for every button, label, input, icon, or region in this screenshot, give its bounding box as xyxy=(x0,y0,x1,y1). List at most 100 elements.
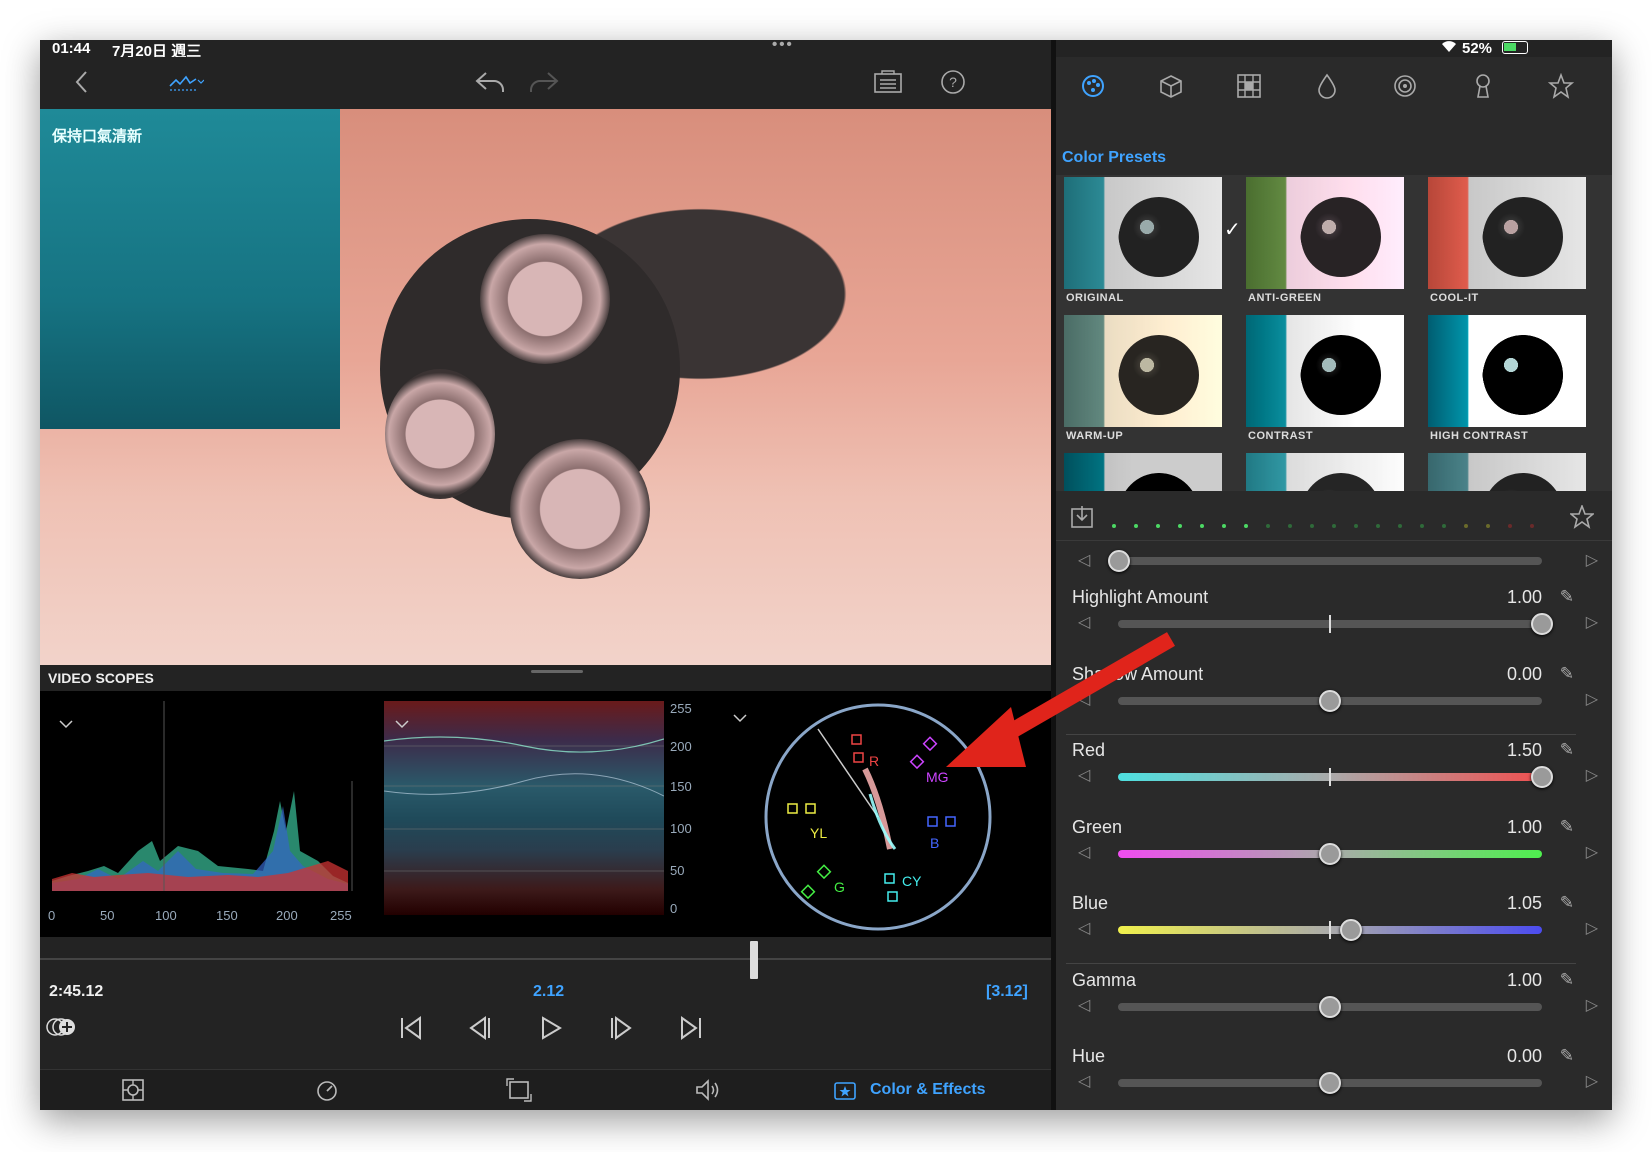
preset-cool-it[interactable]: COOL-IT xyxy=(1428,177,1604,307)
slider-center-tick xyxy=(1329,615,1331,633)
preset-warm-up[interactable]: WARM-UP xyxy=(1064,315,1240,445)
transport-panel: 2:45.12 2.12 [3.12] xyxy=(40,937,1051,1069)
color-effects-label[interactable]: Color & Effects xyxy=(870,1081,986,1099)
increment-arrow-icon[interactable]: ▷ xyxy=(1586,918,1598,938)
decrement-arrow-icon[interactable]: ◁ xyxy=(1078,1071,1090,1091)
vector-label-cy: CY xyxy=(902,873,922,889)
histogram-scope: 0 50 100 150 200 255 xyxy=(48,701,356,927)
wave-tick-150: 150 xyxy=(670,779,692,794)
pencil-icon[interactable]: ✎ xyxy=(1560,970,1574,990)
increment-arrow-icon[interactable]: ▷ xyxy=(1586,995,1598,1015)
decrement-arrow-icon[interactable]: ◁ xyxy=(1078,995,1090,1015)
transform-icon[interactable] xyxy=(118,1076,148,1104)
bottom-toolbar: Color & Effects xyxy=(40,1069,1051,1110)
param-value[interactable]: 1.05 xyxy=(1507,893,1542,914)
increment-arrow-icon[interactable]: ▷ xyxy=(1586,765,1598,785)
battery-icon xyxy=(1502,41,1528,54)
slider-knob[interactable] xyxy=(1319,842,1341,865)
play-icon[interactable] xyxy=(534,1011,568,1045)
param-value[interactable]: 1.50 xyxy=(1507,740,1542,761)
level-meter xyxy=(1112,515,1542,528)
param-value[interactable]: 0.00 xyxy=(1507,664,1542,685)
slider-knob[interactable] xyxy=(1531,766,1553,788)
param-value[interactable]: 0.00 xyxy=(1507,1046,1542,1067)
increment-arrow-icon[interactable]: ▷ xyxy=(1586,612,1598,632)
bottle-label-text: 保持口氣清新 xyxy=(52,128,143,145)
param-value[interactable]: 1.00 xyxy=(1507,970,1542,991)
param-value[interactable]: 1.00 xyxy=(1507,587,1542,608)
save-preset-star-icon[interactable] xyxy=(1568,503,1596,531)
audio-icon[interactable] xyxy=(692,1076,726,1104)
increment-arrow-icon[interactable]: ▷ xyxy=(1586,842,1598,862)
cube-icon[interactable] xyxy=(1154,69,1188,103)
histogram-chevron-down-icon[interactable] xyxy=(59,720,73,729)
grid-icon[interactable] xyxy=(1232,69,1266,103)
timeline-scrubber[interactable] xyxy=(40,958,1051,960)
favorites-star-icon[interactable] xyxy=(1544,69,1578,103)
slider-knob[interactable] xyxy=(1319,995,1341,1018)
vector-label-g: G xyxy=(834,879,845,895)
video-viewer[interactable]: 保持口氣清新 xyxy=(40,109,1051,665)
hist-tick-50: 50 xyxy=(100,908,115,923)
redo-icon[interactable] xyxy=(526,67,562,97)
drop-icon[interactable] xyxy=(1310,69,1344,103)
waveform-chevron-down-icon[interactable] xyxy=(395,720,409,729)
decrement-arrow-icon[interactable]: ◁ xyxy=(1078,842,1090,862)
slider-center-tick xyxy=(1329,768,1331,786)
slider-knob[interactable] xyxy=(1531,613,1553,635)
pencil-icon[interactable]: ✎ xyxy=(1560,817,1574,837)
preset-high-contrast[interactable]: HIGH CONTRAST xyxy=(1428,315,1604,445)
decrement-arrow-icon[interactable]: ◁ xyxy=(1078,918,1090,938)
skip-to-start-icon[interactable] xyxy=(394,1011,428,1045)
spiral-icon[interactable] xyxy=(1388,69,1422,103)
undo-icon[interactable] xyxy=(472,67,508,97)
palette-icon[interactable] xyxy=(1076,69,1110,103)
param-gamma: Gamma 1.00 ✎ ◁ ▷ xyxy=(1056,970,1612,1050)
preset-label: HIGH CONTRAST xyxy=(1430,430,1529,442)
step-back-icon[interactable] xyxy=(463,1011,497,1045)
preset-anti-green[interactable]: ANTI-GREEN xyxy=(1246,177,1422,307)
param-value[interactable]: 1.00 xyxy=(1507,817,1542,838)
partial-track[interactable] xyxy=(1118,557,1542,565)
increment-arrow-icon[interactable]: ▷ xyxy=(1586,1071,1598,1091)
preset-next-row-1[interactable] xyxy=(1064,453,1240,491)
keyhole-icon[interactable] xyxy=(1466,69,1500,103)
preset-original[interactable]: ✓ ORIGINAL xyxy=(1064,177,1241,307)
preset-contrast[interactable]: CONTRAST xyxy=(1246,315,1422,445)
color-effects-icon[interactable] xyxy=(830,1076,860,1104)
multitask-dots-icon[interactable]: ••• xyxy=(772,36,794,53)
param-label: Green xyxy=(1072,816,1123,837)
crop-icon[interactable] xyxy=(504,1076,534,1104)
clipboard-icon[interactable] xyxy=(870,67,906,97)
resize-handle[interactable] xyxy=(531,670,583,673)
waveform-icon[interactable] xyxy=(168,69,204,95)
overlay-toggle-icon[interactable] xyxy=(46,1015,76,1039)
vectorscope-chevron-down-icon[interactable] xyxy=(733,714,747,723)
import-icon[interactable] xyxy=(1068,503,1096,531)
slider-knob[interactable] xyxy=(1340,919,1363,941)
slider-knob[interactable] xyxy=(1319,1072,1341,1094)
increment-arrow-icon[interactable]: ▷ xyxy=(1586,689,1598,709)
shaver-blade-bottom xyxy=(510,439,650,579)
partial-knob[interactable] xyxy=(1108,550,1130,572)
mouthwash-bottle xyxy=(40,109,340,429)
effects-panel: Color Presets ✓ ORIGINAL ANTI-GREEN COOL… xyxy=(946,57,1612,1110)
pencil-icon[interactable]: ✎ xyxy=(1560,740,1574,760)
chevron-left-icon[interactable] xyxy=(66,67,96,97)
preset-next-row-2[interactable] xyxy=(1246,453,1422,491)
step-forward-icon[interactable] xyxy=(604,1011,638,1045)
help-icon[interactable]: ? xyxy=(937,67,969,97)
vector-label-yl: YL xyxy=(810,825,828,841)
shaver-blade-left xyxy=(385,369,495,499)
pencil-icon[interactable]: ✎ xyxy=(1560,587,1574,607)
pencil-icon[interactable]: ✎ xyxy=(1560,664,1574,684)
slider-knob[interactable] xyxy=(1319,689,1341,712)
playhead[interactable] xyxy=(750,941,758,979)
pencil-icon[interactable]: ✎ xyxy=(1560,1046,1574,1066)
skip-to-end-icon[interactable] xyxy=(674,1011,708,1045)
preset-label: ANTI-GREEN xyxy=(1248,292,1322,304)
status-time: 01:44 xyxy=(52,40,91,57)
pencil-icon[interactable]: ✎ xyxy=(1560,893,1574,913)
speed-icon[interactable] xyxy=(312,1076,342,1104)
preset-next-row-3[interactable] xyxy=(1428,453,1604,491)
